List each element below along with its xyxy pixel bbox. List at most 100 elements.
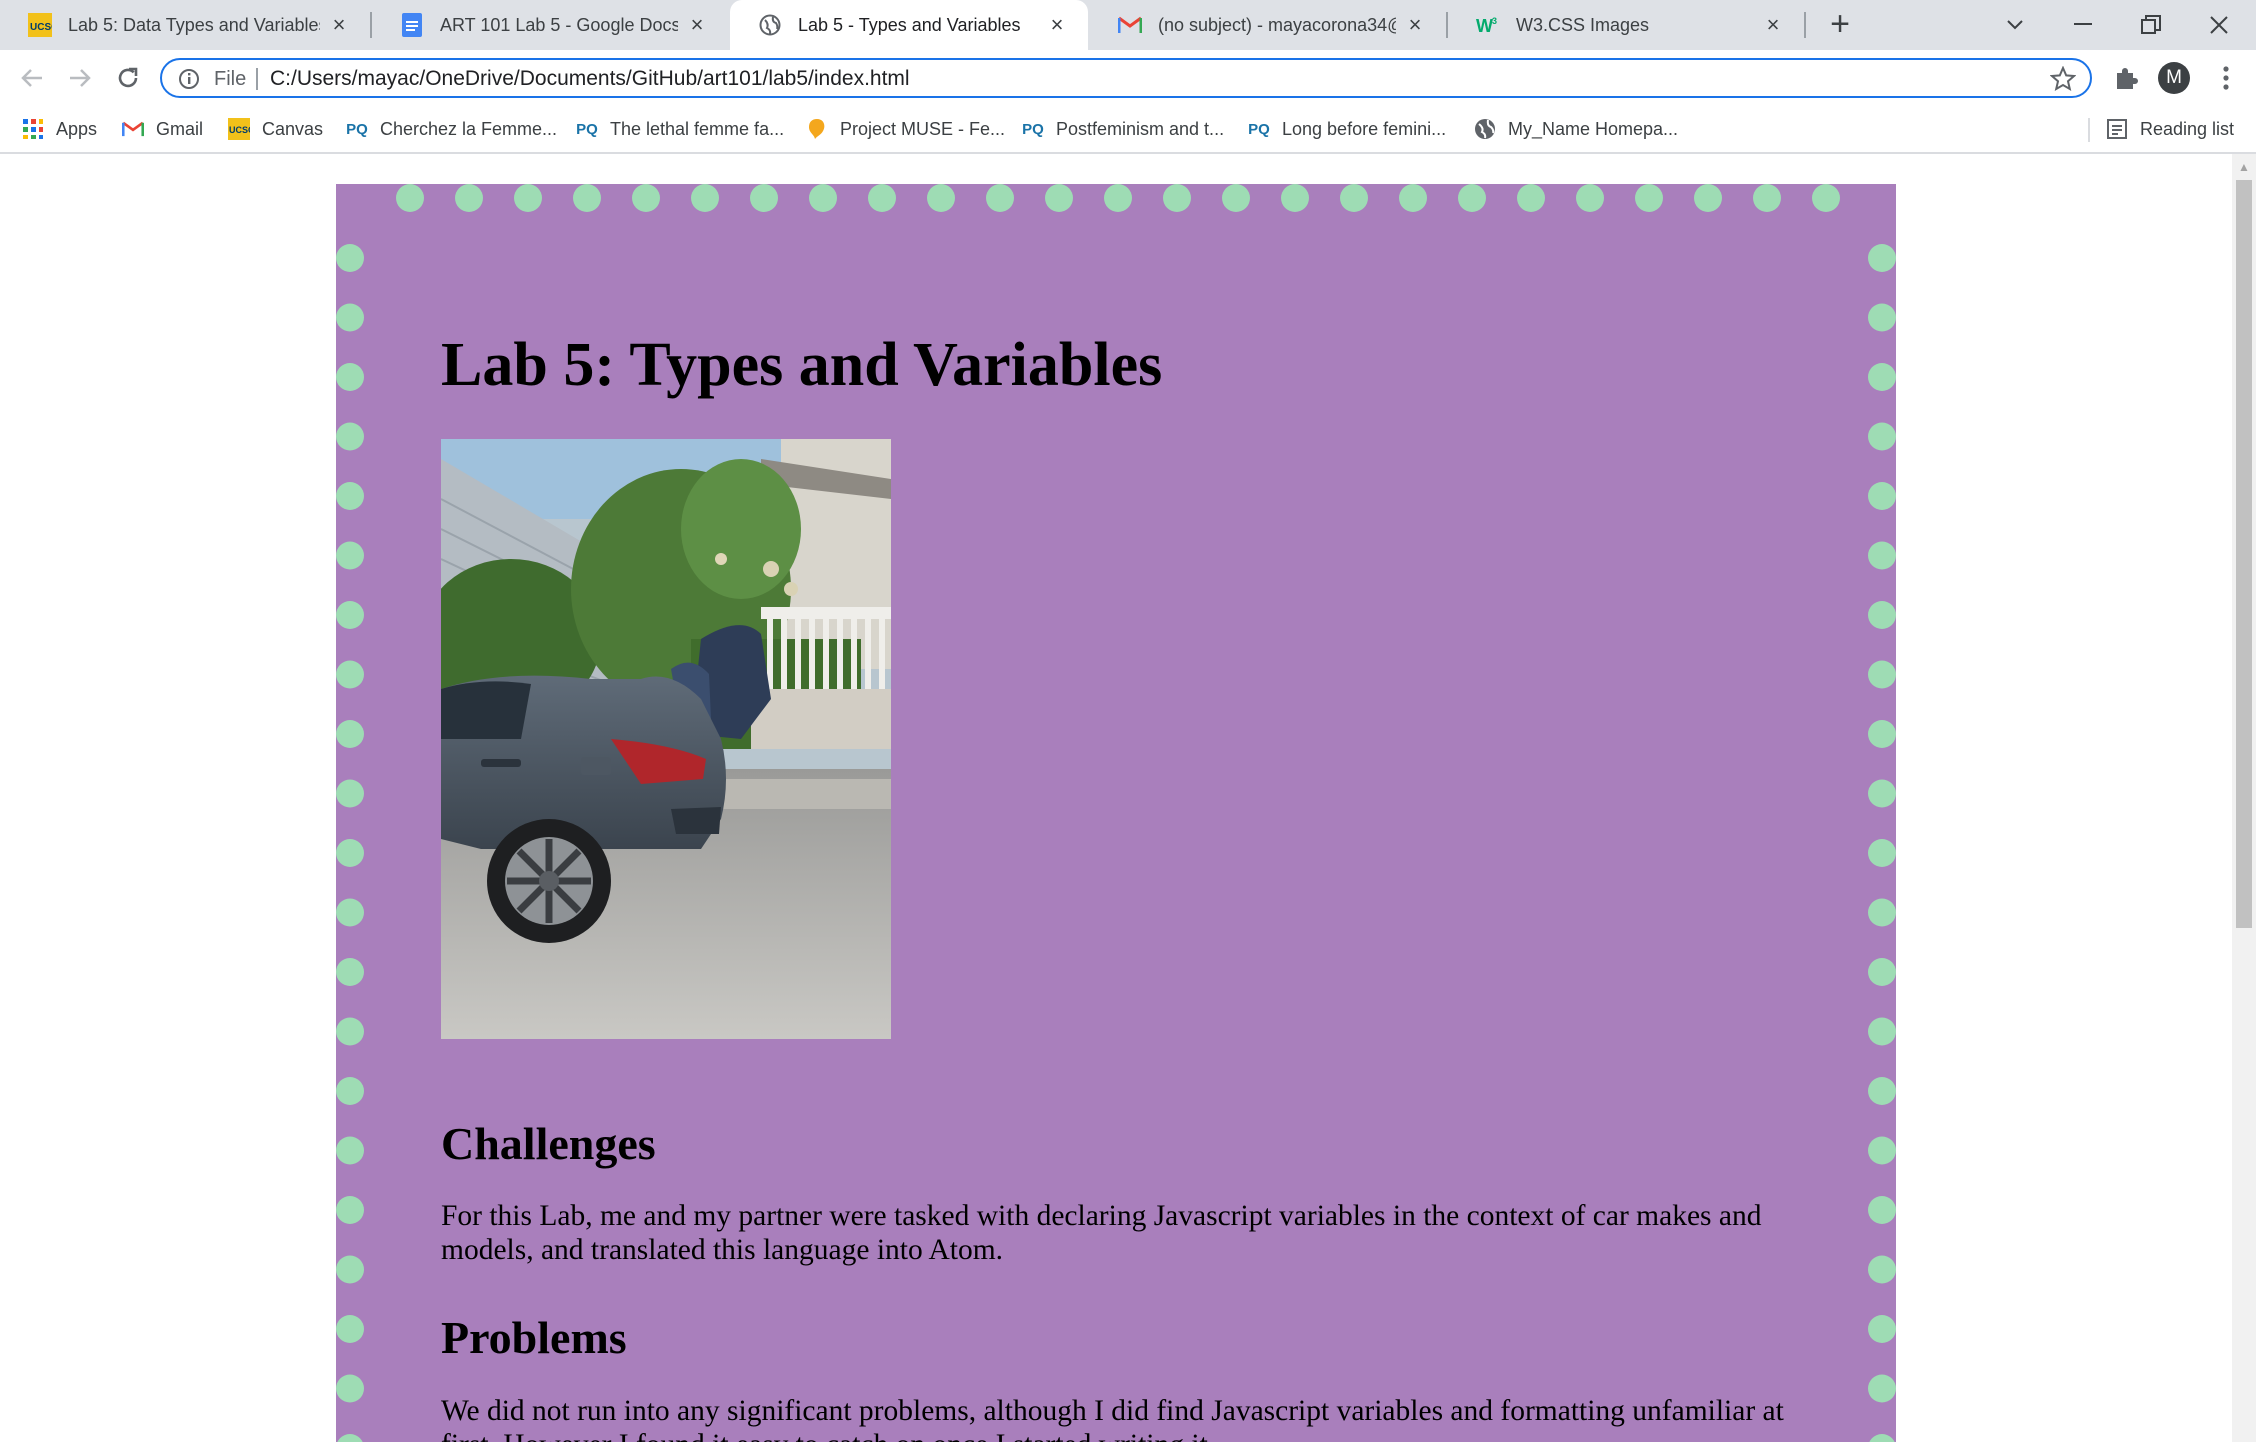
bookmark-postfeminism[interactable]: PQ Postfeminism and t... <box>1022 114 1224 144</box>
bookmark-label: The lethal femme fa... <box>610 118 785 139</box>
tab-google-docs[interactable]: ART 101 Lab 5 - Google Docs × <box>372 0 728 50</box>
section-heading-challenges: Challenges <box>441 1118 656 1169</box>
scrollbar-thumb[interactable] <box>2236 180 2252 928</box>
bookmark-apps[interactable]: Apps <box>22 114 97 144</box>
tab-close-icon[interactable]: × <box>1762 14 1784 36</box>
polka-dot-border-right <box>1868 244 1896 1442</box>
url-text[interactable]: C:/Users/mayac/OneDrive/Documents/GitHub… <box>270 67 910 91</box>
border-dot <box>336 601 364 629</box>
new-tab-button[interactable]: + <box>1820 4 1860 44</box>
border-dot <box>1868 1196 1896 1224</box>
restore-icon[interactable] <box>2118 0 2184 50</box>
bookmark-label: Project MUSE - Fe... <box>840 118 1006 139</box>
gmail-icon <box>1118 13 1142 37</box>
border-dot <box>691 184 719 212</box>
border-dot <box>336 1136 364 1165</box>
reload-icon[interactable] <box>108 58 148 98</box>
border-dot <box>1868 541 1896 570</box>
border-dot <box>337 1434 363 1442</box>
profile-avatar[interactable]: M <box>2158 62 2190 94</box>
tab-close-icon[interactable]: × <box>328 14 350 36</box>
bookmark-gmail[interactable]: Gmail <box>122 114 203 144</box>
border-dot <box>1868 1077 1896 1105</box>
address-bar[interactable]: File C:/Users/mayac/OneDrive/Documents/G… <box>160 58 2092 98</box>
border-dot <box>986 184 1014 212</box>
menu-kebab-icon[interactable] <box>2208 60 2244 96</box>
border-dot <box>1753 184 1781 212</box>
tab-lab5-data-types[interactable]: UCSC Lab 5: Data Types and Variables × <box>0 0 370 50</box>
ucsc-logo-icon: UCSC <box>228 118 250 140</box>
border-dot <box>336 422 364 451</box>
bookmark-canvas[interactable]: UCSC Canvas <box>228 114 323 144</box>
border-dot <box>1163 184 1191 212</box>
tab-strip: UCSC Lab 5: Data Types and Variables × A… <box>0 0 2256 50</box>
border-dot <box>336 1255 364 1284</box>
proquest-icon: PQ <box>576 120 598 138</box>
border-dot <box>927 184 955 212</box>
border-dot <box>1868 1374 1896 1403</box>
border-dot <box>868 184 896 212</box>
border-dot <box>809 184 837 212</box>
vertical-scrollbar[interactable]: ▲ <box>2232 154 2256 1442</box>
border-dot <box>632 184 660 212</box>
border-dot <box>336 720 364 748</box>
section-heading-problems: Problems <box>441 1312 627 1363</box>
bookmark-label: Canvas <box>262 118 324 139</box>
tab-close-icon[interactable]: × <box>686 14 708 36</box>
border-dot <box>1281 184 1309 212</box>
border-dot <box>336 839 364 867</box>
border-dot <box>336 244 364 272</box>
border-dot <box>1868 482 1896 510</box>
bookmark-project-muse[interactable]: Project MUSE - Fe... <box>806 114 1005 144</box>
reading-list-icon <box>2106 118 2128 140</box>
border-dot <box>1868 898 1896 927</box>
w3schools-icon: W3 <box>1476 13 1500 37</box>
tab-gmail[interactable]: (no subject) - mayacorona34@gmail.com - … <box>1090 0 1446 50</box>
section-text-challenges: For this Lab, me and my partner were tas… <box>441 1200 1762 1266</box>
car-photo <box>441 439 891 1039</box>
border-dot <box>1868 660 1896 689</box>
bookmark-my-name-homepage[interactable]: My_Name Homepa... <box>1474 114 1678 144</box>
border-dot <box>396 184 424 212</box>
page-viewport: Lab 5: Types and Variables Challenges Fo… <box>0 154 2232 1442</box>
bookmark-cherchez-la-femme[interactable]: PQ Cherchez la Femme... <box>346 114 557 144</box>
tab-lab5-types-variables[interactable]: Lab 5 - Types and Variables × <box>730 0 1088 50</box>
border-dot <box>1222 184 1250 212</box>
border-dot <box>1694 184 1722 212</box>
bookmark-star-icon[interactable] <box>2049 65 2077 92</box>
extensions-puzzle-icon[interactable] <box>2108 60 2144 96</box>
tab-close-icon[interactable]: × <box>1046 14 1068 36</box>
reading-list-button[interactable]: Reading list <box>2106 114 2234 144</box>
reading-list-label: Reading list <box>2140 118 2235 139</box>
tab-close-icon[interactable]: × <box>1404 14 1426 36</box>
window-close-icon[interactable] <box>2186 0 2252 50</box>
bookmark-label: Gmail <box>156 118 204 139</box>
border-dot <box>1340 184 1368 212</box>
border-dot <box>336 660 364 689</box>
bookmarks-separator <box>2088 118 2090 142</box>
address-separator <box>256 68 258 90</box>
border-dot <box>1868 601 1896 629</box>
scroll-up-arrow-icon[interactable]: ▲ <box>2232 160 2256 176</box>
bookmarks-bar: Apps Gmail UCSC Canvas PQ Cherchez la Fe… <box>0 106 2256 154</box>
bookmark-label: Cherchez la Femme... <box>380 118 558 139</box>
muse-icon <box>806 118 828 140</box>
back-arrow-icon[interactable] <box>12 58 52 98</box>
forward-arrow-icon[interactable] <box>60 58 100 98</box>
bookmark-long-before-feminism[interactable]: PQ Long before femini... <box>1248 114 1446 144</box>
border-dot <box>1399 184 1427 212</box>
globe-icon <box>1474 118 1496 140</box>
bookmark-lethal-femme[interactable]: PQ The lethal femme fa... <box>576 114 784 144</box>
info-icon[interactable] <box>178 68 200 90</box>
tab-title: W3.CSS Images <box>1516 14 1650 35</box>
svg-text:UCSC: UCSC <box>229 125 250 135</box>
border-dot <box>1868 1017 1896 1046</box>
border-dot <box>1868 958 1896 986</box>
minimize-icon[interactable] <box>2050 0 2116 50</box>
border-dot <box>514 184 542 212</box>
border-dot <box>1576 184 1604 212</box>
tab-title: Lab 5 - Types and Variables <box>798 14 1021 35</box>
tab-w3css-images[interactable]: W3 W3.CSS Images × <box>1448 0 1804 50</box>
tab-search-chevron-icon[interactable] <box>1982 0 2048 50</box>
tab-separator <box>1804 12 1806 38</box>
